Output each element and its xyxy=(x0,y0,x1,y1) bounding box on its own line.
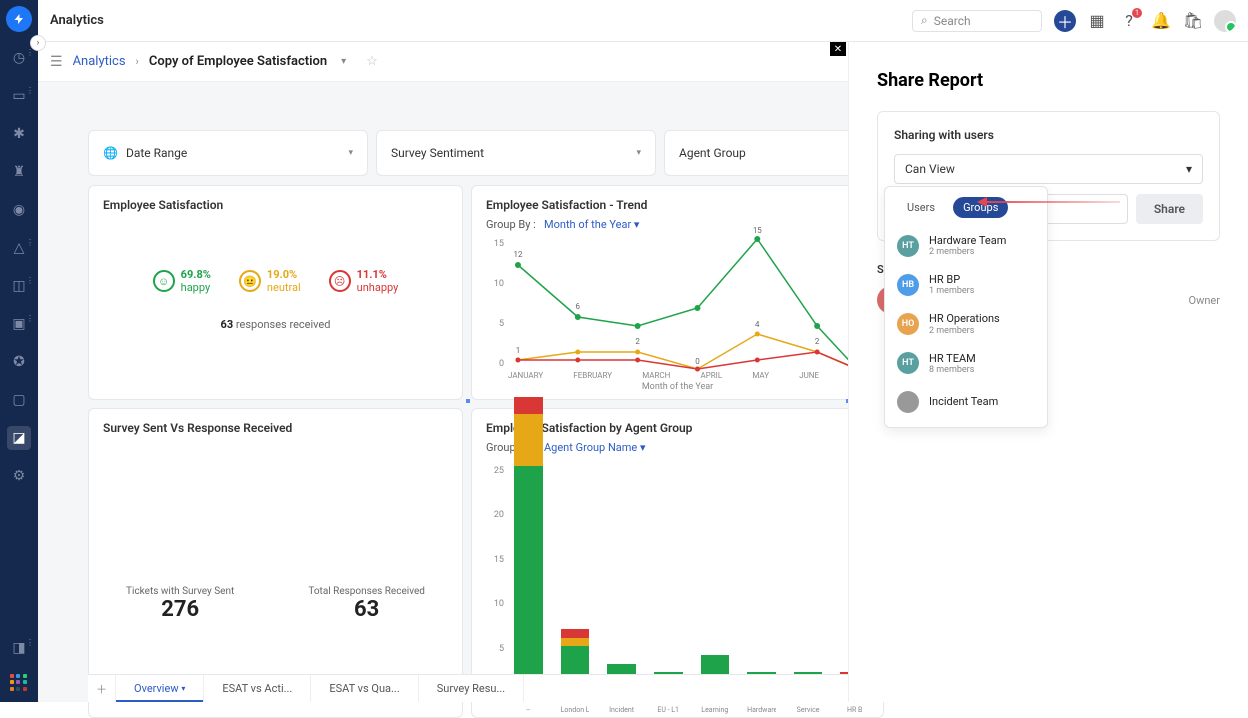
filter-sentiment[interactable]: Survey Sentiment ▾ xyxy=(376,130,656,176)
survey-sent-stat: Tickets with Survey Sent 276 xyxy=(126,586,234,622)
marketplace-icon[interactable]: 🛍 xyxy=(1182,10,1204,32)
svg-text:2: 2 xyxy=(815,337,820,346)
trend-chart: 151050 12621542010 xyxy=(508,239,867,369)
share-button[interactable]: Share xyxy=(1136,194,1203,224)
annotation-arrow xyxy=(980,201,1120,203)
esat-panel: Employee Satisfaction ☺ 69.8%happy 😐 19.… xyxy=(88,185,463,400)
nav-assets[interactable]: ◫⋮ xyxy=(7,274,31,298)
happy-face-icon: ☺ xyxy=(153,270,175,292)
dropdown-item[interactable]: HOHR Operations2 members xyxy=(885,304,1047,343)
nav-problems[interactable]: ✱ xyxy=(7,122,31,146)
svg-text:0: 0 xyxy=(695,357,700,366)
breadcrumb-separator: › xyxy=(136,55,139,68)
groupby-dropdown[interactable]: Month of the Year ▾ xyxy=(544,218,639,231)
help-icon[interactable]: ?1 xyxy=(1118,10,1140,32)
nav-cube[interactable]: ◨⋮ xyxy=(7,636,31,660)
trend-panel: Employee Satisfaction - Trend Group By :… xyxy=(471,185,884,400)
nav-releases[interactable]: ◉ xyxy=(7,198,31,222)
tab-overview[interactable]: Overview ▾ xyxy=(116,675,204,702)
tab-esat-action[interactable]: ESAT vs Acti... xyxy=(204,675,311,702)
search-icon: ⌕ xyxy=(921,13,928,28)
esat-happy: ☺ 69.8%happy xyxy=(153,268,211,294)
tab-esat-quarter[interactable]: ESAT vs Qua... xyxy=(311,675,418,702)
chevron-down-icon: ▾ xyxy=(636,148,641,158)
sidebar-expand-toggle[interactable]: › xyxy=(30,35,46,51)
neutral-face-icon: 😐 xyxy=(239,270,261,292)
panel-title: Employee Satisfaction xyxy=(89,186,462,218)
nav-analytics[interactable]: ◪ xyxy=(7,426,31,450)
page-title: Analytics xyxy=(50,13,104,28)
dropdown-item[interactable]: HTHR TEAM8 members xyxy=(885,344,1047,383)
user-avatar[interactable] xyxy=(1214,10,1236,32)
member-role: Owner xyxy=(1189,294,1220,307)
groups-dropdown: Users Groups HTHardware Team2 membersHBH… xyxy=(884,186,1048,428)
nav-docs[interactable]: ▢ xyxy=(7,388,31,412)
global-search[interactable]: ⌕ Search xyxy=(912,10,1042,32)
search-placeholder: Search xyxy=(934,14,971,28)
filter-row: 🌐 Date Range ▾ Survey Sentiment ▾ Agent … xyxy=(88,130,884,176)
globe-icon: 🌐 xyxy=(103,146,118,160)
dropdown-item[interactable]: HTHardware Team2 members xyxy=(885,226,1047,265)
breadcrumb-root[interactable]: Analytics xyxy=(73,54,126,69)
dropdown-item[interactable]: Incident Team xyxy=(885,383,1047,421)
agent-panel: Employee Satisfaction by Agent Group Gro… xyxy=(471,408,884,718)
main-sidebar: › ◷⋮ ▭⋮ ✱ ♜ ◉ △⋮ ◫⋮ ▣⋮ ✪ ▢ ◪ ⚙ ◨⋮ xyxy=(0,0,38,702)
filter-date-range[interactable]: 🌐 Date Range ▾ xyxy=(88,130,368,176)
topbar: Analytics ⌕ Search ＋ ▦ ?1 🔔 🛍 xyxy=(38,0,1248,42)
groupby-dropdown[interactable]: Agent Group Name ▾ xyxy=(544,441,646,454)
svg-text:12: 12 xyxy=(513,250,522,259)
resize-handle[interactable] xyxy=(466,399,470,403)
panel-close-handle[interactable]: ✕ xyxy=(830,42,846,56)
esat-neutral: 😐 19.0%neutral xyxy=(239,268,301,294)
add-tab-button[interactable]: ＋ xyxy=(88,675,116,702)
app-switcher-icon[interactable] xyxy=(10,674,28,692)
nav-settings[interactable]: ⚙ xyxy=(7,464,31,488)
tab-survey-results[interactable]: Survey Resu... xyxy=(419,675,524,702)
breadcrumb-menu-icon[interactable]: ☰ xyxy=(50,54,63,70)
share-panel-title: Share Report xyxy=(877,70,1220,91)
permission-select[interactable]: Can View▾ xyxy=(894,154,1203,184)
favorite-icon[interactable]: ☆ xyxy=(366,54,378,69)
nav-dashboard[interactable]: ◷⋮ xyxy=(7,46,31,70)
chevron-down-icon: ▾ xyxy=(1186,162,1192,176)
nav-changes[interactable]: ♜ xyxy=(7,160,31,184)
nav-alerts[interactable]: △⋮ xyxy=(7,236,31,260)
nav-contacts[interactable]: ▣⋮ xyxy=(7,312,31,336)
unhappy-face-icon: ☹ xyxy=(329,270,351,292)
survey-panel: Survey Sent Vs Response Received Tickets… xyxy=(88,408,463,718)
panel-title: Employee Satisfaction - Trend xyxy=(472,186,883,218)
nav-solutions[interactable]: ✪ xyxy=(7,350,31,374)
app-logo[interactable] xyxy=(6,6,32,32)
dropdown-tab-users[interactable]: Users xyxy=(897,197,945,218)
notifications-icon[interactable]: 🔔 xyxy=(1150,10,1172,32)
chevron-down-icon: ▾ xyxy=(348,148,353,158)
svg-text:15: 15 xyxy=(753,226,762,235)
responses-text: 63 responses received xyxy=(89,318,462,331)
svg-text:6: 6 xyxy=(576,302,581,311)
svg-text:2: 2 xyxy=(635,337,640,346)
survey-recv-stat: Total Responses Received 63 xyxy=(308,586,425,622)
panel-title: Survey Sent Vs Response Received xyxy=(89,409,462,441)
dropdown-item[interactable]: HBHR BP1 members xyxy=(885,265,1047,304)
svg-text:1: 1 xyxy=(516,346,520,355)
nav-tickets[interactable]: ▭⋮ xyxy=(7,84,31,108)
help-badge: 1 xyxy=(1132,8,1142,18)
svg-text:4: 4 xyxy=(755,320,760,329)
sharing-label: Sharing with users xyxy=(894,128,1203,142)
new-button[interactable]: ＋ xyxy=(1054,10,1076,32)
breadcrumb-dropdown-icon[interactable]: ▾ xyxy=(341,56,346,67)
breadcrumb-current: Copy of Employee Satisfaction xyxy=(149,54,327,69)
esat-unhappy: ☹ 11.1%unhappy xyxy=(329,268,399,294)
topbar-widget-icon[interactable]: ▦ xyxy=(1086,10,1108,32)
